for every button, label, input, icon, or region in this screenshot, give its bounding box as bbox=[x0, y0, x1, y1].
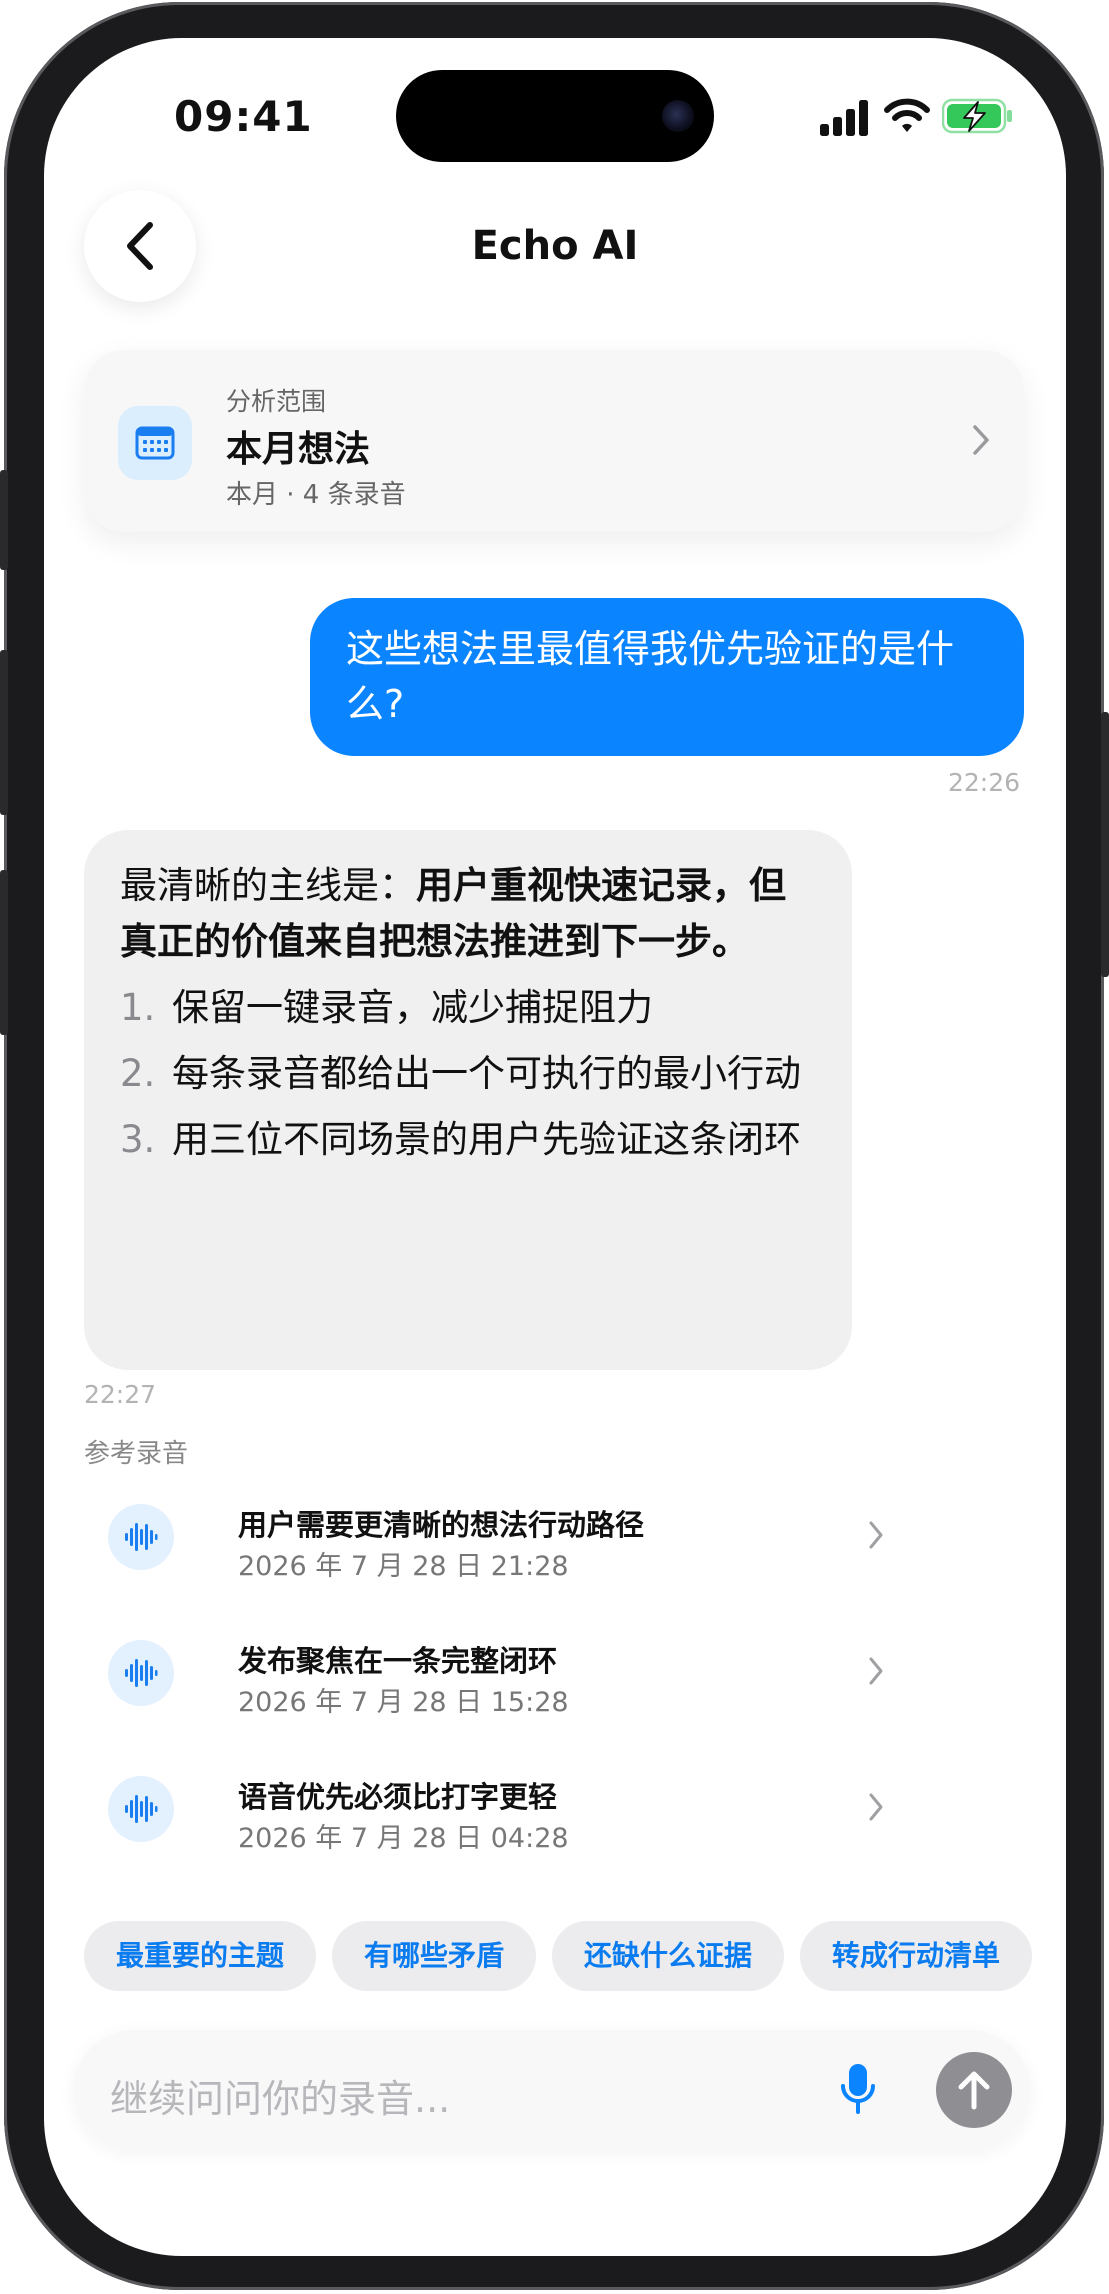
page-title: Echo AI bbox=[471, 223, 639, 269]
chevron-right-icon bbox=[869, 1657, 883, 1685]
chevron-right-icon bbox=[869, 1521, 883, 1549]
waveform-icon bbox=[108, 1640, 174, 1706]
user-message-bubble: 这些想法里最值得我优先验证的是什么? bbox=[310, 598, 1024, 756]
front-camera bbox=[662, 100, 694, 132]
reference-date: 2026 年 7 月 28 日 04:28 bbox=[238, 1823, 569, 1854]
list-item-text: 用三位不同场景的用户先验证这条闭环 bbox=[172, 1118, 801, 1161]
list-item-number: 2. bbox=[120, 1052, 156, 1095]
list-item: 1. 保留一键录音，减少捕捉阻力 bbox=[120, 980, 816, 1036]
user-message-time: 22:26 bbox=[948, 768, 1021, 797]
suggestion-chip[interactable]: 有哪些矛盾 bbox=[332, 1921, 537, 1991]
suggestion-chip[interactable]: 转成行动清单 bbox=[800, 1921, 1033, 1991]
ai-message-bubble: 最清晰的主线是：用户重视快速记录，但真正的价值来自把想法推进到下一步。 1. 保… bbox=[84, 830, 852, 1370]
waveform-icon bbox=[108, 1504, 174, 1570]
ai-message-time: 22:27 bbox=[84, 1380, 157, 1409]
dynamic-island bbox=[396, 70, 714, 162]
ai-answer-list: 1. 保留一键录音，减少捕捉阻力 2. 每条录音都给出一个可执行的最小行动 3.… bbox=[120, 980, 816, 1168]
scope-subtitle: 本月 · 4 条录音 bbox=[226, 480, 406, 510]
reference-title: 发布聚焦在一条完整闭环 bbox=[238, 1644, 558, 1678]
ai-answer-lead-plain: 最清晰的主线是： bbox=[120, 864, 416, 907]
chevron-right-icon bbox=[869, 1793, 883, 1821]
ai-answer-lead: 最清晰的主线是：用户重视快速记录，但真正的价值来自把想法推进到下一步。 bbox=[120, 858, 816, 970]
arrow-up-icon bbox=[958, 2071, 990, 2110]
list-item: 3. 用三位不同场景的用户先验证这条闭环 bbox=[120, 1112, 816, 1168]
waveform-icon bbox=[108, 1776, 174, 1842]
list-item-number: 3. bbox=[120, 1118, 156, 1161]
status-icons bbox=[774, 98, 1014, 142]
scope-title: 本月想法 bbox=[226, 429, 371, 470]
mic-icon[interactable] bbox=[840, 2062, 876, 2118]
chevron-right-icon bbox=[973, 425, 989, 455]
volume-down-button bbox=[0, 870, 8, 1035]
reference-title: 语音优先必须比打字更轻 bbox=[238, 1780, 558, 1814]
reference-recording-item[interactable]: 发布聚焦在一条完整闭环 2026 年 7 月 28 日 15:28 bbox=[84, 1618, 884, 1736]
reference-date: 2026 年 7 月 28 日 15:28 bbox=[238, 1687, 569, 1718]
analysis-scope-card[interactable]: 分析范围 本月想法 本月 · 4 条录音 bbox=[84, 350, 1024, 532]
scope-kicker: 分析范围 bbox=[226, 387, 327, 416]
reference-title: 用户需要更清晰的想法行动路径 bbox=[238, 1508, 645, 1542]
list-item-number: 1. bbox=[120, 986, 156, 1029]
list-item: 2. 每条录音都给出一个可执行的最小行动 bbox=[120, 1046, 816, 1102]
suggestion-chip[interactable]: 还缺什么证据 bbox=[552, 1921, 785, 1991]
action-button bbox=[0, 470, 8, 570]
battery-charging-icon bbox=[942, 98, 1012, 134]
calendar-icon bbox=[118, 406, 192, 480]
references-label: 参考录音 bbox=[84, 1439, 189, 1469]
power-button bbox=[1101, 712, 1109, 977]
message-composer[interactable]: 继续问问你的录音... bbox=[74, 2030, 1030, 2150]
composer-input[interactable]: 继续问问你的录音... bbox=[110, 2068, 450, 2123]
list-item-text: 每条录音都给出一个可执行的最小行动 bbox=[172, 1052, 801, 1095]
wifi-icon bbox=[884, 98, 930, 132]
volume-up-button bbox=[0, 650, 8, 815]
screen: 09:41 Echo AI 分析范围 本月想法 本月 · 4 条录音 这些想法里… bbox=[44, 38, 1066, 2256]
reference-recording-item[interactable]: 语音优先必须比打字更轻 2026 年 7 月 28 日 04:28 bbox=[84, 1754, 884, 1872]
reference-date: 2026 年 7 月 28 日 21:28 bbox=[238, 1551, 569, 1582]
list-item-text: 保留一键录音，减少捕捉阻力 bbox=[172, 986, 653, 1029]
status-time: 09:41 bbox=[174, 92, 313, 141]
cellular-icon bbox=[820, 100, 868, 136]
send-button[interactable] bbox=[936, 2052, 1012, 2128]
reference-recording-item[interactable]: 用户需要更清晰的想法行动路径 2026 年 7 月 28 日 21:28 bbox=[84, 1482, 884, 1600]
suggestion-chips: 最重要的主题 有哪些矛盾 还缺什么证据 转成行动清单 bbox=[84, 1921, 1066, 1993]
suggestion-chip[interactable]: 最重要的主题 bbox=[84, 1921, 317, 1991]
